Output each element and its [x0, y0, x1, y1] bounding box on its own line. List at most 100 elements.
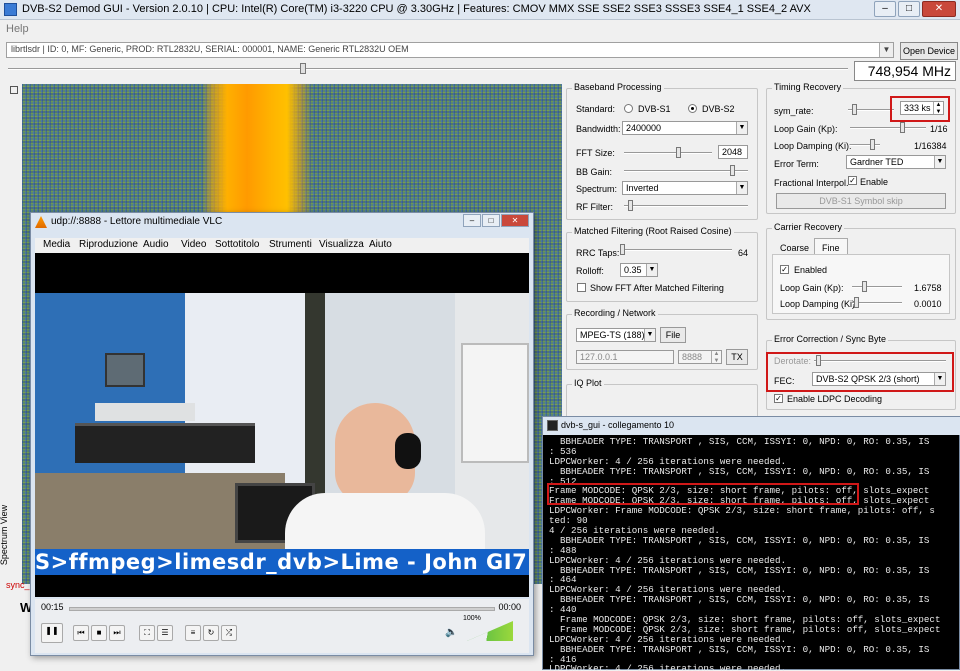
standard-label: Standard:: [576, 104, 616, 114]
timing-title: Timing Recovery: [772, 82, 844, 92]
spectrum-select[interactable]: Inverted ▼: [622, 181, 748, 195]
terminal-line: LDPCWorker: 4 / 256 iterations were need…: [549, 634, 787, 645]
terminal-line: Frame MODCODE: QPSK 2/3, size: short fra…: [549, 615, 941, 625]
maximize-icon[interactable]: □: [482, 214, 500, 227]
port-field[interactable]: 8888 ▲ ▼: [678, 350, 722, 364]
maximize-icon[interactable]: □: [898, 1, 920, 17]
chevron-down-icon[interactable]: ▼: [934, 156, 945, 168]
fft-size-label: FFT Size:: [576, 148, 615, 158]
rolloff-select[interactable]: 0.35 ▼: [620, 263, 658, 277]
frac-interp-enable-label: Enable: [860, 177, 889, 187]
chevron-down-icon[interactable]: ▼: [644, 329, 655, 341]
frac-interp-checkbox[interactable]: ✓: [848, 176, 857, 185]
window-title: DVB-S2 Demod GUI - Version 2.0.10 | CPU:…: [22, 3, 811, 15]
carrier-enabled-checkbox[interactable]: ✓: [780, 265, 789, 274]
chevron-down-icon[interactable]: ▼: [736, 122, 747, 134]
frequency-slider[interactable]: [8, 63, 848, 74]
vlc-menu-playback[interactable]: Riproduzione: [79, 239, 138, 250]
timing-damping-slider[interactable]: [850, 139, 880, 150]
terminal-line: BBHEADER TYPE: TRANSPORT , SIS, CCM, ISS…: [549, 644, 930, 655]
close-icon[interactable]: ✕: [922, 1, 956, 17]
vlc-menu-video[interactable]: Video: [181, 239, 206, 250]
format-select[interactable]: MPEG-TS (188) ▼: [576, 328, 656, 342]
timing-gain-slider[interactable]: [850, 122, 926, 133]
bb-gain-label: BB Gain:: [576, 167, 613, 177]
vlc-menu-media[interactable]: Media: [43, 239, 70, 250]
terminal-line: : 488: [549, 545, 577, 556]
rf-filter-label: RF Filter:: [576, 202, 613, 212]
bb-gain-slider[interactable]: [624, 165, 748, 176]
tab-coarse[interactable]: Coarse: [780, 243, 809, 253]
vlc-menu-help[interactable]: Aiuto: [369, 239, 392, 250]
scene-shelf: [95, 403, 195, 421]
undock-icon[interactable]: [10, 86, 18, 94]
dvbs2-radio[interactable]: [688, 104, 697, 113]
app-icon: [4, 3, 17, 16]
minimize-icon[interactable]: –: [463, 214, 481, 227]
minimize-icon[interactable]: –: [874, 1, 896, 17]
playlist-button[interactable]: ≡: [185, 625, 201, 641]
speaker-icon[interactable]: 🔈: [445, 627, 457, 638]
highlight-fec: [766, 352, 954, 392]
file-button[interactable]: File: [660, 327, 686, 343]
open-device-button[interactable]: Open Device: [900, 42, 958, 60]
fft-size-slider[interactable]: [624, 147, 712, 158]
symbol-skip-button[interactable]: DVB-S1 Symbol skip: [776, 193, 946, 209]
ldpc-checkbox[interactable]: ✓: [774, 394, 783, 403]
chevron-down-icon[interactable]: ▼: [879, 43, 893, 57]
chevron-down-icon[interactable]: ▼: [736, 182, 747, 194]
terminal-line: LDPCWorker: 4 / 256 iterations were need…: [549, 555, 787, 566]
sync-label: sync_: [6, 580, 30, 590]
recording-title: Recording / Network: [572, 308, 658, 318]
tx-button[interactable]: TX: [726, 349, 748, 365]
ip-field[interactable]: 127.0.0.1: [576, 350, 674, 364]
seek-bar[interactable]: [69, 607, 495, 611]
terminal-line: BBHEADER TYPE: TRANSPORT , SIS, CCM, ISS…: [549, 437, 930, 447]
loop-button[interactable]: ↻: [203, 625, 219, 641]
symrate-slider[interactable]: [848, 104, 894, 115]
device-select[interactable]: librtlsdr | ID: 0, MF: Generic, PROD: RT…: [6, 42, 894, 58]
dvbs1-label: DVB-S1: [638, 104, 671, 114]
fft-size-field[interactable]: 2048: [718, 145, 748, 159]
previous-button[interactable]: ⏮: [73, 625, 89, 641]
menu-help[interactable]: Help: [6, 23, 29, 35]
terminal-icon: [547, 420, 558, 431]
stop-button[interactable]: ■: [91, 625, 107, 641]
frequency-field[interactable]: 748,954 MHz: [854, 61, 956, 81]
video-frame: [35, 293, 529, 557]
bandwidth-select[interactable]: 2400000 ▼: [622, 121, 748, 135]
slider-handle[interactable]: [300, 63, 306, 74]
rrc-taps-label: RRC Taps:: [576, 248, 620, 258]
fullscreen-button[interactable]: ⛶: [139, 625, 155, 641]
pause-button[interactable]: ❚❚: [41, 623, 63, 643]
menu-bar: Help: [0, 20, 960, 38]
next-button[interactable]: ⏭: [109, 625, 125, 641]
volume-slider[interactable]: [467, 621, 513, 641]
spectrum-view-tab[interactable]: Spectrum View: [0, 500, 18, 580]
dvbs1-radio[interactable]: [624, 104, 633, 113]
carrier-enabled-label: Enabled: [794, 265, 828, 275]
show-fft-label: Show FFT After Matched Filtering: [590, 283, 724, 293]
close-icon[interactable]: ✕: [501, 214, 529, 227]
time-current: 00:15: [41, 602, 64, 612]
carrier-gain-slider[interactable]: [852, 281, 902, 292]
tab-fine[interactable]: Fine: [822, 243, 840, 253]
show-fft-checkbox[interactable]: [577, 283, 586, 292]
vlc-menu-view[interactable]: Visualizza: [319, 239, 364, 250]
rolloff-label: Rolloff:: [576, 266, 604, 276]
video-display[interactable]: S>ffmpeg>limesdr_dvb>Lime - John GI7UGV: [35, 253, 529, 597]
extended-settings-button[interactable]: ☰: [157, 625, 173, 641]
vlc-menu-tools[interactable]: Strumenti: [269, 239, 312, 250]
error-term-select[interactable]: Gardner TED ▼: [846, 155, 946, 169]
shuffle-button[interactable]: ⤮: [221, 625, 237, 641]
iq-plot-title: IQ Plot: [572, 378, 604, 388]
terminal-line: : 416: [549, 654, 577, 665]
chevron-down-icon[interactable]: ▼: [646, 264, 657, 276]
rrc-taps-slider[interactable]: [620, 244, 732, 255]
scene-whiteboard: [461, 343, 529, 463]
vlc-menu-audio[interactable]: Audio: [143, 239, 169, 250]
carrier-damping-slider[interactable]: [852, 297, 902, 308]
rf-filter-slider[interactable]: [624, 200, 748, 211]
vlc-menu-subtitle[interactable]: Sottotitolo: [215, 239, 259, 250]
carrier-damping-label: Loop Damping (Ki):: [780, 299, 858, 309]
